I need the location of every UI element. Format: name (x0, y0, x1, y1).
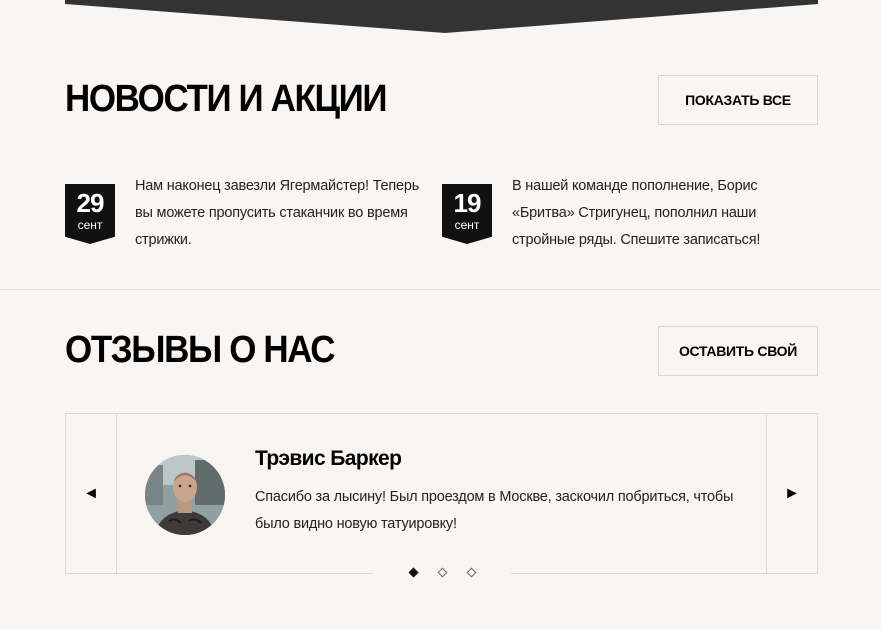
top-banner-edge (65, 0, 818, 33)
pagination-dot[interactable] (437, 567, 447, 577)
arrow-right-icon: ► (784, 484, 800, 502)
news-text: Нам наконец завезли Ягермайстер! Теперь … (135, 178, 420, 248)
review-pagination (373, 560, 511, 584)
previous-review-button[interactable]: ◄ (66, 414, 117, 573)
reviews-section-title: ОТЗЫВЫ О НАС (65, 329, 335, 371)
review-text: Спасибо за лысину! Был проездом в Москве… (255, 489, 734, 532)
pagination-dot-active[interactable] (408, 567, 418, 577)
next-review-button[interactable]: ► (766, 414, 817, 573)
pagination-dot[interactable] (466, 567, 476, 577)
show-all-news-button[interactable]: ПОКАЗАТЬ ВСЕ (658, 75, 818, 125)
news-text: В нашей команде пополнение, Борис «Бритв… (512, 178, 761, 248)
date-day: 19 (453, 188, 482, 218)
date-day: 29 (76, 188, 105, 218)
section-divider (0, 289, 881, 290)
review-slider: ◄ Трэвис Баркер Спасибо за лысину! Был п… (65, 413, 818, 574)
news-section-title: НОВОСТИ И АКЦИИ (65, 78, 387, 120)
date-badge: 19 сент (442, 184, 492, 244)
date-month: сент (454, 218, 480, 232)
leave-review-button[interactable]: ОСТАВИТЬ СВОЙ (658, 326, 818, 376)
arrow-left-icon: ◄ (83, 484, 99, 502)
reviewer-avatar (145, 455, 225, 535)
date-badge: 29 сент (65, 184, 115, 244)
reviewer-name: Трэвис Баркер (255, 447, 402, 470)
date-month: сент (77, 218, 103, 232)
